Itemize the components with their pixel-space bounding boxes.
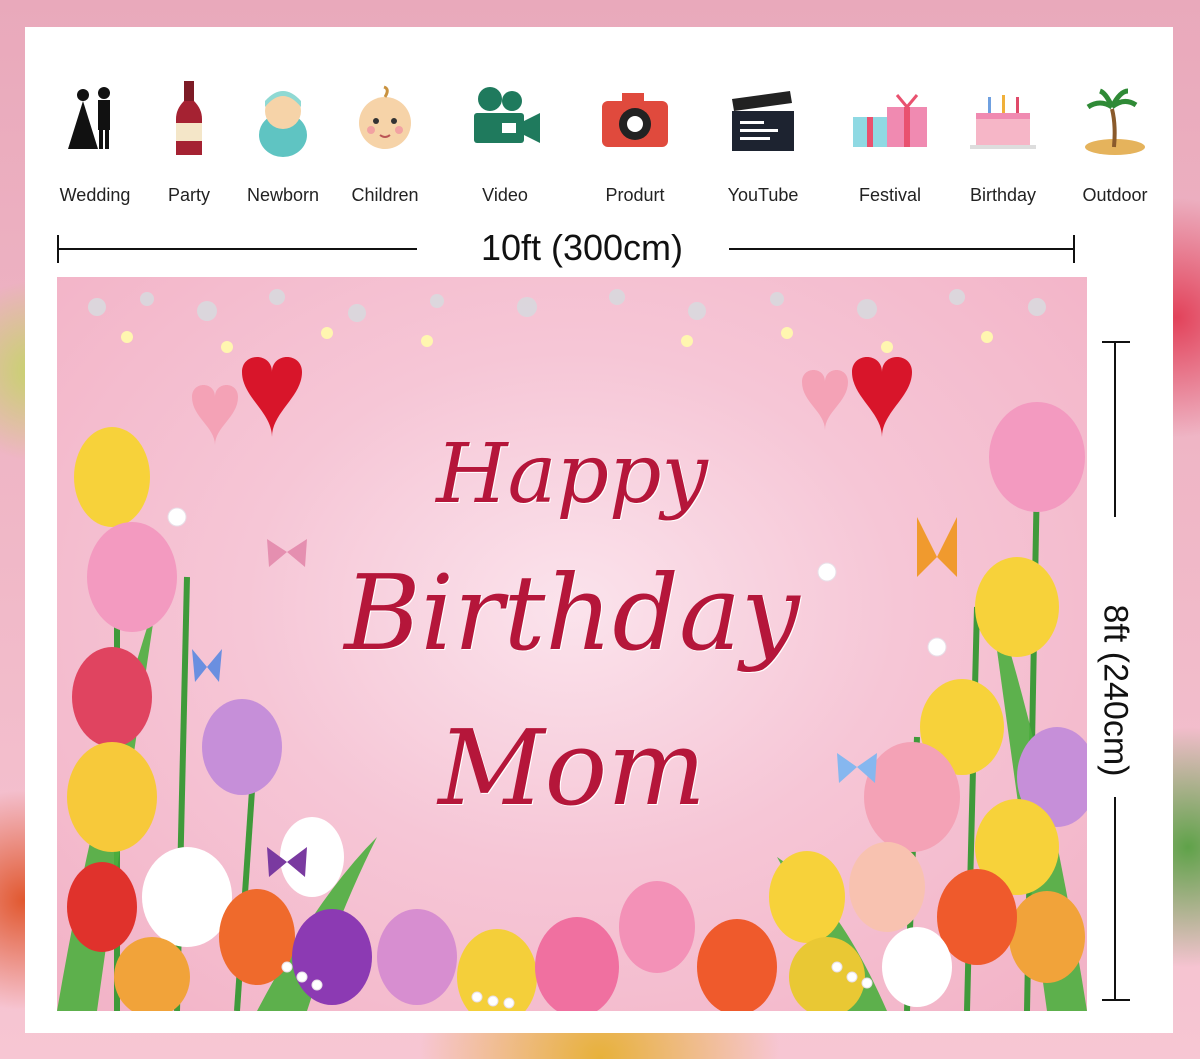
gift-boxes-icon — [853, 94, 927, 147]
category-video: Video — [445, 77, 565, 206]
banner-line-mom: Mom — [438, 707, 706, 829]
category-label: Children — [351, 185, 419, 205]
category-festival: Festival — [830, 77, 950, 206]
clapperboard-icon — [732, 91, 794, 151]
height-dimension: 8ft (240cm) — [1095, 341, 1135, 1001]
photo-camera-icon — [602, 93, 668, 147]
video-camera-icon — [474, 87, 540, 143]
category-children: Children — [325, 77, 445, 206]
banner-line-happy: Happy — [436, 427, 708, 522]
newborn-baby-icon — [259, 91, 307, 157]
category-label: Outdoor — [1082, 185, 1148, 205]
product-frame: Wedding Party Newborn Children Video Pro… — [25, 27, 1173, 1033]
category-produrt: Produrt — [575, 77, 695, 206]
wedding-couple-icon — [68, 87, 110, 149]
category-label: Festival — [858, 185, 921, 205]
height-label: 8ft (240cm) — [1096, 604, 1135, 777]
category-label: YouTube — [727, 185, 799, 205]
category-youtube: YouTube — [703, 77, 823, 206]
width-label: 10ft (300cm) — [480, 227, 684, 268]
category-label: Produrt — [605, 185, 665, 205]
birthday-backdrop-banner: Happy Birthday Mom — [57, 277, 1087, 1011]
category-icon-row: Wedding Party Newborn Children Video Pro… — [25, 27, 1173, 217]
category-label: Video — [482, 185, 528, 205]
width-dimension: 10ft (300cm) — [57, 227, 1075, 268]
category-birthday: Birthday — [943, 77, 1063, 206]
child-face-icon — [359, 85, 411, 149]
category-outdoor: Outdoor — [1055, 77, 1175, 206]
palm-island-icon — [1085, 88, 1145, 155]
banner-line-birthday: Birthday — [344, 552, 800, 674]
birthday-cake-icon — [970, 95, 1036, 149]
wine-bottle-icon — [176, 81, 202, 155]
category-label: Birthday — [969, 185, 1037, 205]
